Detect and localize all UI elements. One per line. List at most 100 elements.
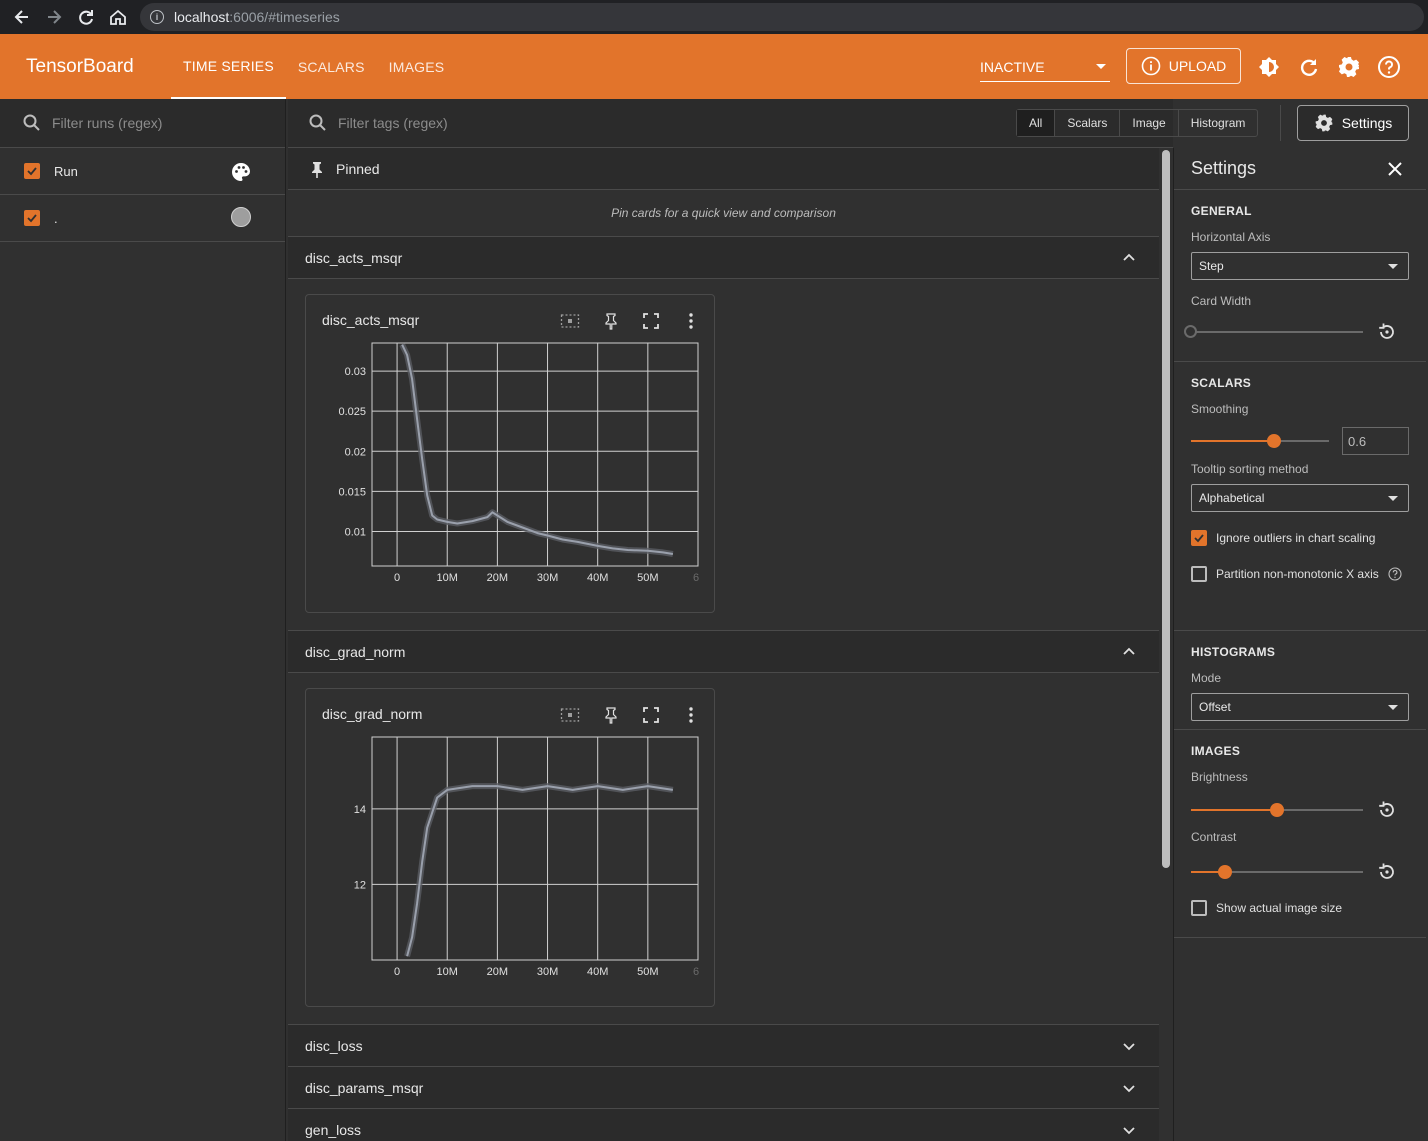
horizontal-axis-select[interactable]: Step [1191,252,1409,280]
help-icon[interactable] [1388,567,1402,581]
reset-icon[interactable] [1376,321,1398,343]
partition-x-row[interactable]: Partition non-monotonic X axis [1191,566,1409,582]
group-header-gen-loss[interactable]: gen_loss [288,1109,1159,1141]
section-heading: SCALARS [1191,376,1252,390]
chevron-up-icon[interactable] [1121,250,1137,266]
section-heading: IMAGES [1191,744,1241,758]
settings-images-section: IMAGES Brightness Contrast Show actual i… [1174,730,1426,938]
palette-icon[interactable] [231,162,251,182]
run-checkbox[interactable] [24,210,40,226]
smoothing-slider-thumb[interactable] [1266,434,1281,448]
actual-size-label: Show actual image size [1216,901,1343,915]
tab-images[interactable]: IMAGES [377,34,457,99]
upload-button[interactable]: UPLOAD [1126,48,1241,84]
x-tick-label: 50M [637,966,658,978]
y-tick-label: 0.02 [345,446,366,458]
y-tick-label: 0.03 [345,366,366,378]
filter-image-button[interactable]: Image [1119,110,1177,136]
select-all-runs-checkbox[interactable] [24,163,40,179]
fit-domain-icon[interactable] [560,311,580,331]
back-icon[interactable] [6,1,38,33]
run-row-header: Run [0,148,285,195]
forward-icon[interactable] [38,1,70,33]
chevron-down-icon[interactable] [1121,1080,1137,1096]
gear-icon[interactable] [1337,55,1361,79]
cards-scroll-area[interactable]: Pinned Pin cards for a quick view and co… [288,148,1159,1141]
brightness-slider-thumb[interactable] [1270,803,1284,817]
theme-toggle-icon[interactable] [1257,55,1281,79]
inactive-dropdown-label: INACTIVE [980,58,1045,75]
upload-label: UPLOAD [1168,58,1227,74]
caret-down-icon [1096,64,1106,69]
smoothing-input[interactable]: 0.6 [1342,427,1409,455]
series-raw-band [399,343,674,557]
tag-filter-placeholder[interactable]: Filter tags (regex) [338,115,448,131]
group-header-disc-loss[interactable]: disc_loss [288,1025,1159,1067]
filter-histogram-button[interactable]: Histogram [1177,110,1258,136]
y-tick-label: 12 [354,879,366,891]
settings-button[interactable]: Settings [1297,105,1409,141]
group-title: disc_acts_msqr [305,249,403,266]
card-title: disc_grad_norm [322,706,423,722]
runs-sidebar: Filter runs (regex) Run . [0,99,286,1141]
run-column-label: Run [54,163,78,179]
search-icon [309,114,326,131]
run-color-swatch[interactable] [231,207,251,227]
refresh-icon[interactable] [1297,55,1321,79]
x-tick-label: 20M [487,572,508,584]
settings-panel: Settings GENERAL Horizontal Axis Step Ca… [1173,148,1426,1141]
fit-domain-icon[interactable] [560,705,580,725]
pin-icon[interactable] [601,311,621,331]
close-icon[interactable] [1386,160,1404,178]
tab-time-series[interactable]: TIME SERIES [171,34,286,99]
tab-scalars[interactable]: SCALARS [286,34,377,99]
reset-icon[interactable] [1376,799,1398,821]
horizontal-axis-value: Step [1199,259,1224,273]
run-filter[interactable]: Filter runs (regex) [0,99,285,148]
tooltip-sort-select[interactable]: Alphabetical [1191,484,1409,512]
plugin-type-filter: All Scalars Image Histogram [1016,109,1259,137]
group-title: disc_params_msqr [305,1079,424,1096]
actual-size-row[interactable]: Show actual image size [1191,900,1342,916]
filter-scalars-button[interactable]: Scalars [1054,110,1119,136]
fullscreen-icon[interactable] [641,705,661,725]
chevron-up-icon[interactable] [1121,644,1137,660]
fullscreen-icon[interactable] [641,311,661,331]
smoothing-label: Smoothing [1191,402,1249,416]
more-options-icon[interactable] [681,705,701,725]
filter-all-button[interactable]: All [1017,110,1055,136]
group-header-disc-params-msqr[interactable]: disc_params_msqr [288,1067,1159,1109]
reset-icon[interactable] [1376,861,1398,883]
group-header-disc-grad-norm[interactable]: disc_grad_norm [288,631,1159,673]
scrollbar-thumb[interactable] [1162,150,1170,868]
partition-x-checkbox[interactable] [1191,566,1207,582]
group-header-disc-acts-msqr[interactable]: disc_acts_msqr [288,237,1159,279]
more-options-icon[interactable] [681,311,701,331]
ignore-outliers-label: Ignore outliers in chart scaling [1216,531,1376,545]
site-info-icon[interactable]: i [150,10,164,24]
reload-icon[interactable] [70,1,102,33]
x-tick-label: 6 [693,966,699,978]
help-icon[interactable] [1377,55,1401,79]
line-chart[interactable]: 0 10M 20M 30M 40M 50M 6 14 12 [306,729,714,989]
card-width-slider-thumb[interactable] [1184,325,1197,338]
pin-icon[interactable] [601,705,621,725]
actual-size-checkbox[interactable] [1191,900,1207,916]
ignore-outliers-checkbox[interactable] [1191,530,1207,546]
home-icon[interactable] [102,1,134,33]
card-width-label: Card Width [1191,294,1252,308]
address-bar[interactable]: i localhost :6006/#timeseries [140,3,1424,31]
card-width-track[interactable] [1191,331,1363,333]
vertical-scrollbar[interactable] [1159,148,1173,1141]
inactive-plugins-dropdown[interactable]: INACTIVE [980,52,1110,82]
pin-icon [312,161,322,178]
settings-histograms-section: HISTOGRAMS Mode Offset [1174,631,1426,730]
contrast-label: Contrast [1191,830,1237,844]
chevron-down-icon[interactable] [1121,1122,1137,1138]
x-tick-label: 0 [394,572,400,584]
chevron-down-icon[interactable] [1121,1038,1137,1054]
histogram-mode-select[interactable]: Offset [1191,693,1409,721]
contrast-slider-thumb[interactable] [1218,865,1233,879]
ignore-outliers-row[interactable]: Ignore outliers in chart scaling [1191,530,1409,546]
line-chart[interactable]: 0 10M 20M 30M 40M 50M 6 0.03 0.025 0.02 0.015 0.01 [306,335,714,595]
